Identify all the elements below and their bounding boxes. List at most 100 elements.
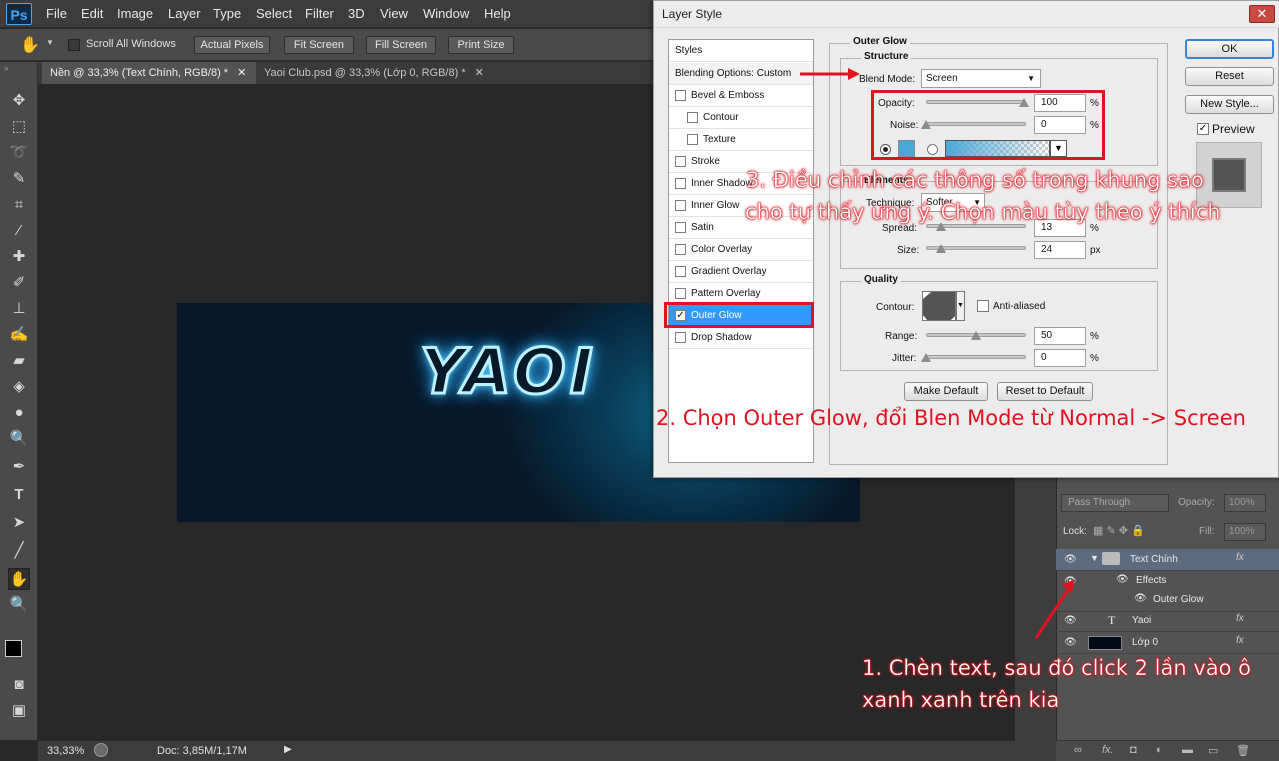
blend-mode-select[interactable]: Screen ▼ [921, 69, 1041, 88]
style-checkbox[interactable] [675, 156, 686, 167]
style-item-contour[interactable]: Contour [669, 107, 813, 129]
blur-tool-icon[interactable]: ● [8, 402, 30, 424]
jitter-slider-thumb[interactable] [921, 353, 931, 362]
link-icon[interactable]: ∞ [1074, 744, 1082, 756]
move-tool-icon[interactable]: ✥ [8, 90, 30, 112]
tab-nen[interactable]: Nền @ 33,3% (Text Chính, RGB/8) * ✕ [42, 62, 256, 84]
path-select-tool-icon[interactable]: ➤ [8, 512, 30, 534]
ok-button[interactable]: OK [1185, 39, 1274, 59]
style-checkbox[interactable] [687, 134, 698, 145]
expand-icon[interactable]: ▼ [1090, 553, 1099, 563]
mask-icon[interactable]: ◘ [1130, 744, 1137, 756]
type-tool-icon[interactable]: T [8, 484, 30, 506]
menu-layer[interactable]: Layer [168, 6, 201, 21]
style-item-texture[interactable]: Texture [669, 129, 813, 151]
make-default-button[interactable]: Make Default [904, 382, 988, 401]
style-checkbox[interactable] [675, 200, 686, 211]
menu-select[interactable]: Select [256, 6, 292, 21]
menu-view[interactable]: View [380, 6, 408, 21]
line-tool-icon[interactable]: ╱ [8, 540, 30, 562]
layer-opacity-input[interactable]: 100% [1224, 494, 1266, 512]
fx-icon[interactable]: fx [1236, 552, 1244, 563]
menu-window[interactable]: Window [423, 6, 469, 21]
eye-icon[interactable]: 👁 [1134, 593, 1147, 604]
style-item-drop-shadow[interactable]: Drop Shadow [669, 327, 813, 349]
eye-icon[interactable]: 👁 [1064, 554, 1077, 565]
hand-tool-icon[interactable]: ✋ [20, 35, 40, 55]
menu-image[interactable]: Image [117, 6, 153, 21]
menu-file[interactable]: File [46, 6, 67, 21]
anti-aliased-checkbox[interactable] [977, 300, 989, 312]
collapse-icon[interactable]: » [4, 64, 8, 73]
reset-button[interactable]: Reset [1185, 67, 1274, 86]
crop-tool-icon[interactable]: ⌗ [8, 194, 30, 216]
style-item-bevel-emboss[interactable]: Bevel & Emboss [669, 85, 813, 107]
tab-yaoi-club[interactable]: Yaoi Club.psd @ 33,3% (Lớp 0, RGB/8) * ✕ [256, 62, 496, 84]
history-brush-tool-icon[interactable]: ✍ [8, 324, 30, 346]
jitter-slider[interactable] [926, 355, 1026, 359]
style-item-color-overlay[interactable]: Color Overlay [669, 239, 813, 261]
new-style-button[interactable]: New Style... [1185, 95, 1274, 114]
jitter-input[interactable]: 0 [1034, 349, 1086, 367]
fx-icon[interactable]: fx [1236, 613, 1244, 624]
menu-help[interactable]: Help [484, 6, 511, 21]
adjustment-icon[interactable]: ◐ [1156, 744, 1163, 756]
layer-row[interactable]: 👁 T Yaoi fx [1056, 610, 1279, 632]
close-button[interactable]: ✕ [1249, 5, 1275, 23]
preview-checkbox[interactable]: ✓ [1197, 123, 1209, 135]
quick-select-tool-icon[interactable]: ✎ [8, 168, 30, 190]
screen-mode-icon[interactable]: ▣ [8, 700, 30, 722]
hand-tool-icon[interactable]: ✋ [8, 568, 30, 590]
style-checkbox[interactable] [675, 266, 686, 277]
lasso-tool-icon[interactable]: ➰ [8, 142, 30, 164]
new-group-icon[interactable]: ▬ [1182, 744, 1193, 756]
fill-screen-button[interactable]: Fill Screen [366, 36, 436, 54]
layer-fill-input[interactable]: 100% [1224, 523, 1266, 541]
marquee-tool-icon[interactable]: ⬚ [8, 116, 30, 138]
healing-brush-tool-icon[interactable]: ✚ [8, 246, 30, 268]
actual-pixels-button[interactable]: Actual Pixels [194, 36, 270, 54]
style-checkbox[interactable] [675, 332, 686, 343]
close-icon[interactable]: ✕ [475, 67, 484, 79]
layer-row[interactable]: 👁 ▼ Text Chính fx [1056, 549, 1279, 571]
style-checkbox[interactable] [675, 222, 686, 233]
menu-3d[interactable]: 3D [348, 6, 365, 21]
dodge-tool-icon[interactable]: 🔍 [8, 428, 30, 450]
fit-screen-button[interactable]: Fit Screen [284, 36, 354, 54]
layer-row[interactable]: 👁 Lớp 0 fx [1056, 632, 1279, 654]
zoom-level[interactable]: 33,33% [47, 745, 84, 757]
style-checkbox[interactable] [675, 288, 686, 299]
layer-effect-row[interactable]: 👁 Outer Glow [1056, 590, 1279, 612]
arrow-right-icon[interactable]: ▶ [284, 744, 292, 755]
style-checkbox[interactable] [675, 90, 686, 101]
range-input[interactable]: 50 [1034, 327, 1086, 345]
chevron-down-icon[interactable]: ▼ [46, 38, 54, 47]
quick-mask-icon[interactable]: ◙ [8, 674, 30, 696]
layer-blend-dropdown[interactable]: Pass Through [1061, 494, 1169, 512]
pen-tool-icon[interactable]: ✒ [8, 456, 30, 478]
foreground-color-swatch[interactable] [5, 640, 22, 657]
style-checkbox[interactable] [687, 112, 698, 123]
new-layer-icon[interactable]: ▭ [1208, 744, 1218, 757]
print-size-button[interactable]: Print Size [448, 36, 514, 54]
brush-tool-icon[interactable]: ✐ [8, 272, 30, 294]
menu-filter[interactable]: Filter [305, 6, 334, 21]
menu-edit[interactable]: Edit [81, 6, 103, 21]
style-item-gradient-overlay[interactable]: Gradient Overlay [669, 261, 813, 283]
scroll-all-checkbox[interactable] [68, 39, 80, 51]
style-checkbox[interactable] [675, 178, 686, 189]
range-slider-thumb[interactable] [971, 331, 981, 340]
lock-icons[interactable]: ▦ ✎ ✥ 🔒 [1093, 524, 1145, 537]
info-icon[interactable] [94, 743, 108, 757]
style-checkbox[interactable] [675, 244, 686, 255]
fx-icon[interactable]: fx [1236, 635, 1244, 646]
styles-header[interactable]: Styles [669, 40, 813, 62]
fx-menu-icon[interactable]: fx. [1102, 744, 1114, 756]
eye-icon[interactable]: 👁 [1116, 574, 1129, 585]
close-icon[interactable]: ✕ [237, 67, 246, 79]
blending-options[interactable]: Blending Options: Custom [669, 63, 813, 85]
size-slider-thumb[interactable] [936, 244, 946, 253]
zoom-tool-icon[interactable]: 🔍 [8, 594, 30, 616]
eraser-tool-icon[interactable]: ▰ [8, 350, 30, 372]
eyedropper-tool-icon[interactable]: ⁄ [8, 220, 30, 242]
